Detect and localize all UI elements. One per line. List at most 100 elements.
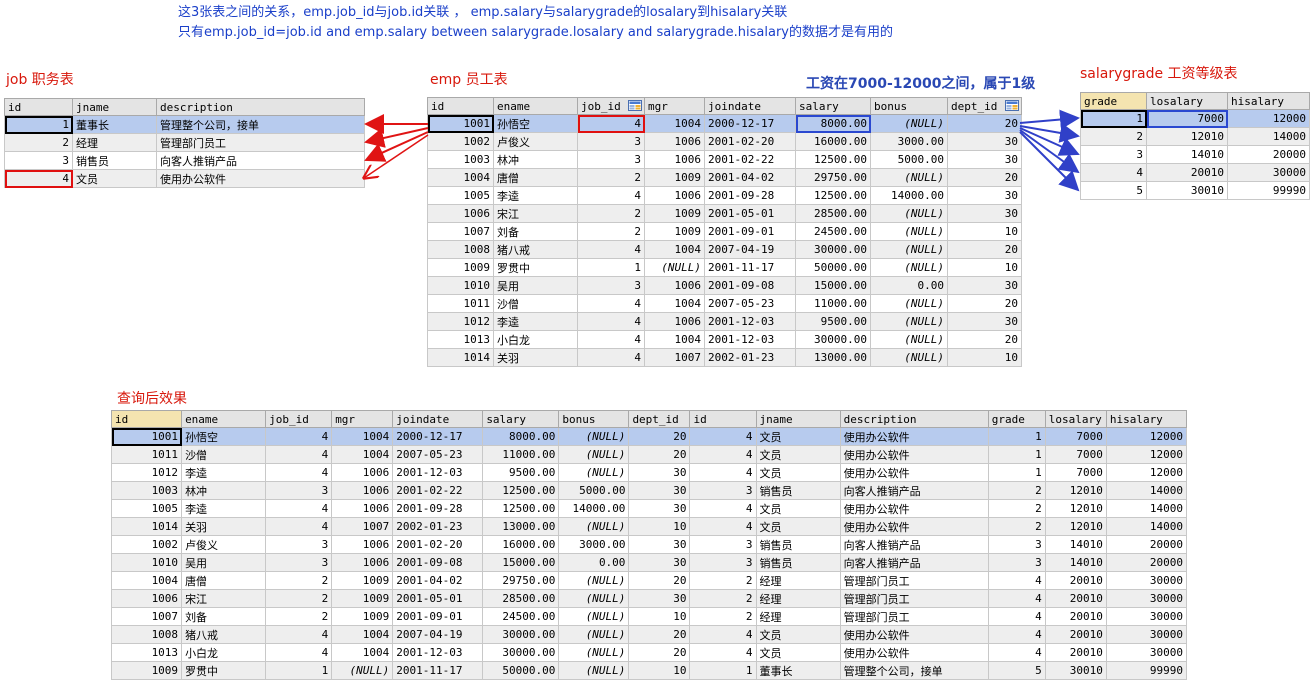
column-header-grade[interactable]: grade xyxy=(987,410,1046,428)
cell-bonus[interactable]: (NULL) xyxy=(870,204,948,223)
column-header-salary[interactable]: salary xyxy=(482,410,560,428)
cell-description[interactable]: 管理部门员工 xyxy=(839,607,989,626)
cell-ename[interactable]: 宋江 xyxy=(181,589,267,608)
cell-ename[interactable]: 李逵 xyxy=(493,186,578,205)
cell-mgr[interactable]: 1004 xyxy=(644,240,705,259)
cell-salary[interactable]: 15000.00 xyxy=(795,276,871,295)
column-header-id[interactable]: id xyxy=(689,410,757,428)
cell-mgr[interactable]: 1004 xyxy=(331,625,394,644)
cell-bonus[interactable]: (NULL) xyxy=(558,643,630,662)
cell-dept-id[interactable]: 10 xyxy=(628,661,691,680)
cell-dept-id[interactable]: 30 xyxy=(947,150,1022,169)
cell-job-id[interactable]: 4 xyxy=(265,463,333,482)
cell-description[interactable]: 向客人推销产品 xyxy=(156,151,365,170)
cell-description[interactable]: 管理整个公司，接单 xyxy=(156,115,365,134)
cell-bonus[interactable]: (NULL) xyxy=(870,240,948,259)
cell-hisalary[interactable]: 30000 xyxy=(1105,589,1188,608)
cell-dept-id[interactable]: 20 xyxy=(628,643,691,662)
cell-dept-id[interactable]: 30 xyxy=(947,312,1022,331)
cell-hisalary[interactable]: 30000 xyxy=(1105,607,1188,626)
cell-ename[interactable]: 唐僧 xyxy=(181,571,267,590)
table-row[interactable]: 1005 李逵 4 1006 2001-09-28 12500.00 14000.00 30 xyxy=(427,186,1022,205)
cell-grade[interactable]: 1 xyxy=(987,427,1046,446)
cell-jname[interactable]: 经理 xyxy=(72,133,157,152)
cell-bonus[interactable]: (NULL) xyxy=(870,114,948,133)
table-row[interactable]: 4 文员 使用办公软件 xyxy=(4,169,365,188)
cell-bonus[interactable]: 3000.00 xyxy=(870,132,948,151)
column-header-description[interactable]: description xyxy=(839,410,989,428)
column-header-salary[interactable]: salary xyxy=(795,97,871,115)
cell-description[interactable]: 使用办公软件 xyxy=(156,169,365,188)
cell-job-id[interactable]: 1 xyxy=(265,661,333,680)
column-header-hisalary[interactable]: hisalary xyxy=(1105,410,1188,428)
cell-description[interactable]: 使用办公软件 xyxy=(839,427,989,446)
cell-joindate[interactable]: 2001-12-03 xyxy=(704,330,796,349)
cell-ename[interactable]: 猪八戒 xyxy=(181,625,267,644)
cell-jname[interactable]: 经理 xyxy=(755,607,841,626)
cell-joindate[interactable]: 2001-09-08 xyxy=(704,276,796,295)
table-row[interactable]: 1008 猪八戒 4 1004 2007-04-19 30000.00 (NULL) 20 4 文… xyxy=(110,625,1188,644)
cell-dept-id[interactable]: 30 xyxy=(628,535,691,554)
cell-job-id[interactable]: 2 xyxy=(577,204,645,223)
foreign-key-icon[interactable] xyxy=(628,100,642,111)
table-row[interactable]: 3 销售员 向客人推销产品 xyxy=(4,151,365,170)
cell-losalary[interactable]: 20010 xyxy=(1044,589,1107,608)
cell-description[interactable]: 使用办公软件 xyxy=(839,625,989,644)
table-row[interactable]: 1001 孙悟空 4 1004 2000-12-17 8000.00 (NULL) 20 4 文员… xyxy=(110,427,1188,446)
cell-job-id[interactable]: 3 xyxy=(577,150,645,169)
cell-id[interactable]: 1014 xyxy=(427,348,494,367)
cell-id[interactable]: 1001 xyxy=(110,427,183,446)
cell-grade[interactable]: 2 xyxy=(1080,127,1147,146)
cell-salary[interactable]: 12500.00 xyxy=(482,499,560,518)
cell-ename[interactable]: 吴用 xyxy=(181,553,267,572)
cell-salary[interactable]: 24500.00 xyxy=(482,607,560,626)
cell-mgr[interactable]: 1006 xyxy=(331,481,394,500)
cell-salary[interactable]: 11000.00 xyxy=(795,294,871,313)
cell-jname[interactable]: 销售员 xyxy=(755,535,841,554)
column-header-losalary[interactable]: losalary xyxy=(1146,92,1228,110)
cell-dept-id[interactable]: 30 xyxy=(628,553,691,572)
cell-mgr[interactable]: 1004 xyxy=(644,330,705,349)
cell-dept-id[interactable]: 10 xyxy=(628,607,691,626)
cell-ename[interactable]: 沙僧 xyxy=(493,294,578,313)
cell-hisalary[interactable]: 14000 xyxy=(1105,499,1188,518)
cell-ename[interactable]: 关羽 xyxy=(493,348,578,367)
column-header-ename[interactable]: ename xyxy=(181,410,267,428)
cell-mgr[interactable]: 1004 xyxy=(644,114,705,133)
cell-description[interactable]: 使用办公软件 xyxy=(839,499,989,518)
cell-losalary[interactable]: 20010 xyxy=(1146,163,1228,182)
cell-id[interactable]: 4 xyxy=(689,643,757,662)
column-header-bonus[interactable]: bonus xyxy=(558,410,630,428)
cell-ename[interactable]: 刘备 xyxy=(181,607,267,626)
cell-id[interactable]: 1 xyxy=(4,115,73,134)
cell-id[interactable]: 1003 xyxy=(427,150,494,169)
column-header-joindate[interactable]: joindate xyxy=(704,97,796,115)
cell-bonus[interactable]: (NULL) xyxy=(558,445,630,464)
cell-mgr[interactable]: 1004 xyxy=(331,445,394,464)
cell-jname[interactable]: 董事长 xyxy=(72,115,157,134)
cell-id[interactable]: 1005 xyxy=(427,186,494,205)
cell-joindate[interactable]: 2007-04-19 xyxy=(704,240,796,259)
cell-job-id[interactable]: 4 xyxy=(265,427,333,446)
cell-job-id[interactable]: 4 xyxy=(577,186,645,205)
cell-id[interactable]: 1008 xyxy=(110,625,183,644)
cell-ename[interactable]: 李逵 xyxy=(181,463,267,482)
cell-losalary[interactable]: 12010 xyxy=(1044,499,1107,518)
cell-mgr[interactable]: 1006 xyxy=(644,312,705,331)
cell-mgr[interactable]: 1006 xyxy=(331,463,394,482)
cell-ename[interactable]: 林冲 xyxy=(181,481,267,500)
table-row[interactable]: 1012 李逵 4 1006 2001-12-03 9500.00 (NULL) 30 4 文员使… xyxy=(110,463,1188,482)
cell-hisalary[interactable]: 14000 xyxy=(1105,481,1188,500)
cell-losalary[interactable]: 20010 xyxy=(1044,643,1107,662)
cell-grade[interactable]: 4 xyxy=(987,607,1046,626)
cell-job-id[interactable]: 4 xyxy=(265,445,333,464)
cell-joindate[interactable]: 2001-02-22 xyxy=(704,150,796,169)
cell-id[interactable]: 4 xyxy=(689,517,757,536)
cell-salary[interactable]: 24500.00 xyxy=(795,222,871,241)
cell-joindate[interactable]: 2001-05-01 xyxy=(392,589,484,608)
cell-losalary[interactable]: 20010 xyxy=(1044,607,1107,626)
cell-ename[interactable]: 宋江 xyxy=(493,204,578,223)
cell-id[interactable]: 2 xyxy=(689,589,757,608)
cell-bonus[interactable]: 0.00 xyxy=(870,276,948,295)
cell-id[interactable]: 4 xyxy=(689,499,757,518)
